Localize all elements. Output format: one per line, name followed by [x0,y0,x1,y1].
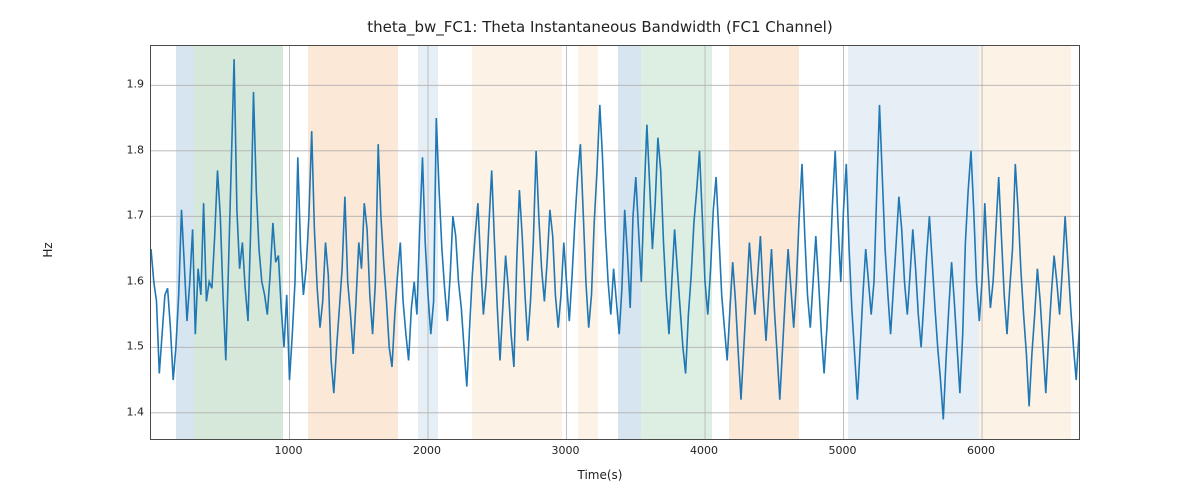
chart-container: theta_bw_FC1: Theta Instantaneous Bandwi… [0,0,1200,500]
x-tick-label: 6000 [967,444,995,457]
grid-x [290,46,983,439]
x-axis-label: Time(s) [0,468,1200,482]
plot-svg [151,46,1079,439]
x-tick-label: 4000 [690,444,718,457]
x-tick-label: 3000 [552,444,580,457]
y-tick-label: 1.4 [94,405,144,418]
y-tick-label: 1.6 [94,274,144,287]
chart-title: theta_bw_FC1: Theta Instantaneous Bandwi… [0,18,1200,36]
y-tick-label: 1.7 [94,209,144,222]
x-tick-label: 1000 [275,444,303,457]
y-tick-label: 1.5 [94,340,144,353]
y-tick-label: 1.9 [94,78,144,91]
y-axis-label: Hz [41,242,55,257]
y-tick-label: 1.8 [94,143,144,156]
x-tick-label: 2000 [413,444,441,457]
plot-area [150,45,1080,440]
x-tick-label: 5000 [829,444,857,457]
series-line [151,59,1079,419]
